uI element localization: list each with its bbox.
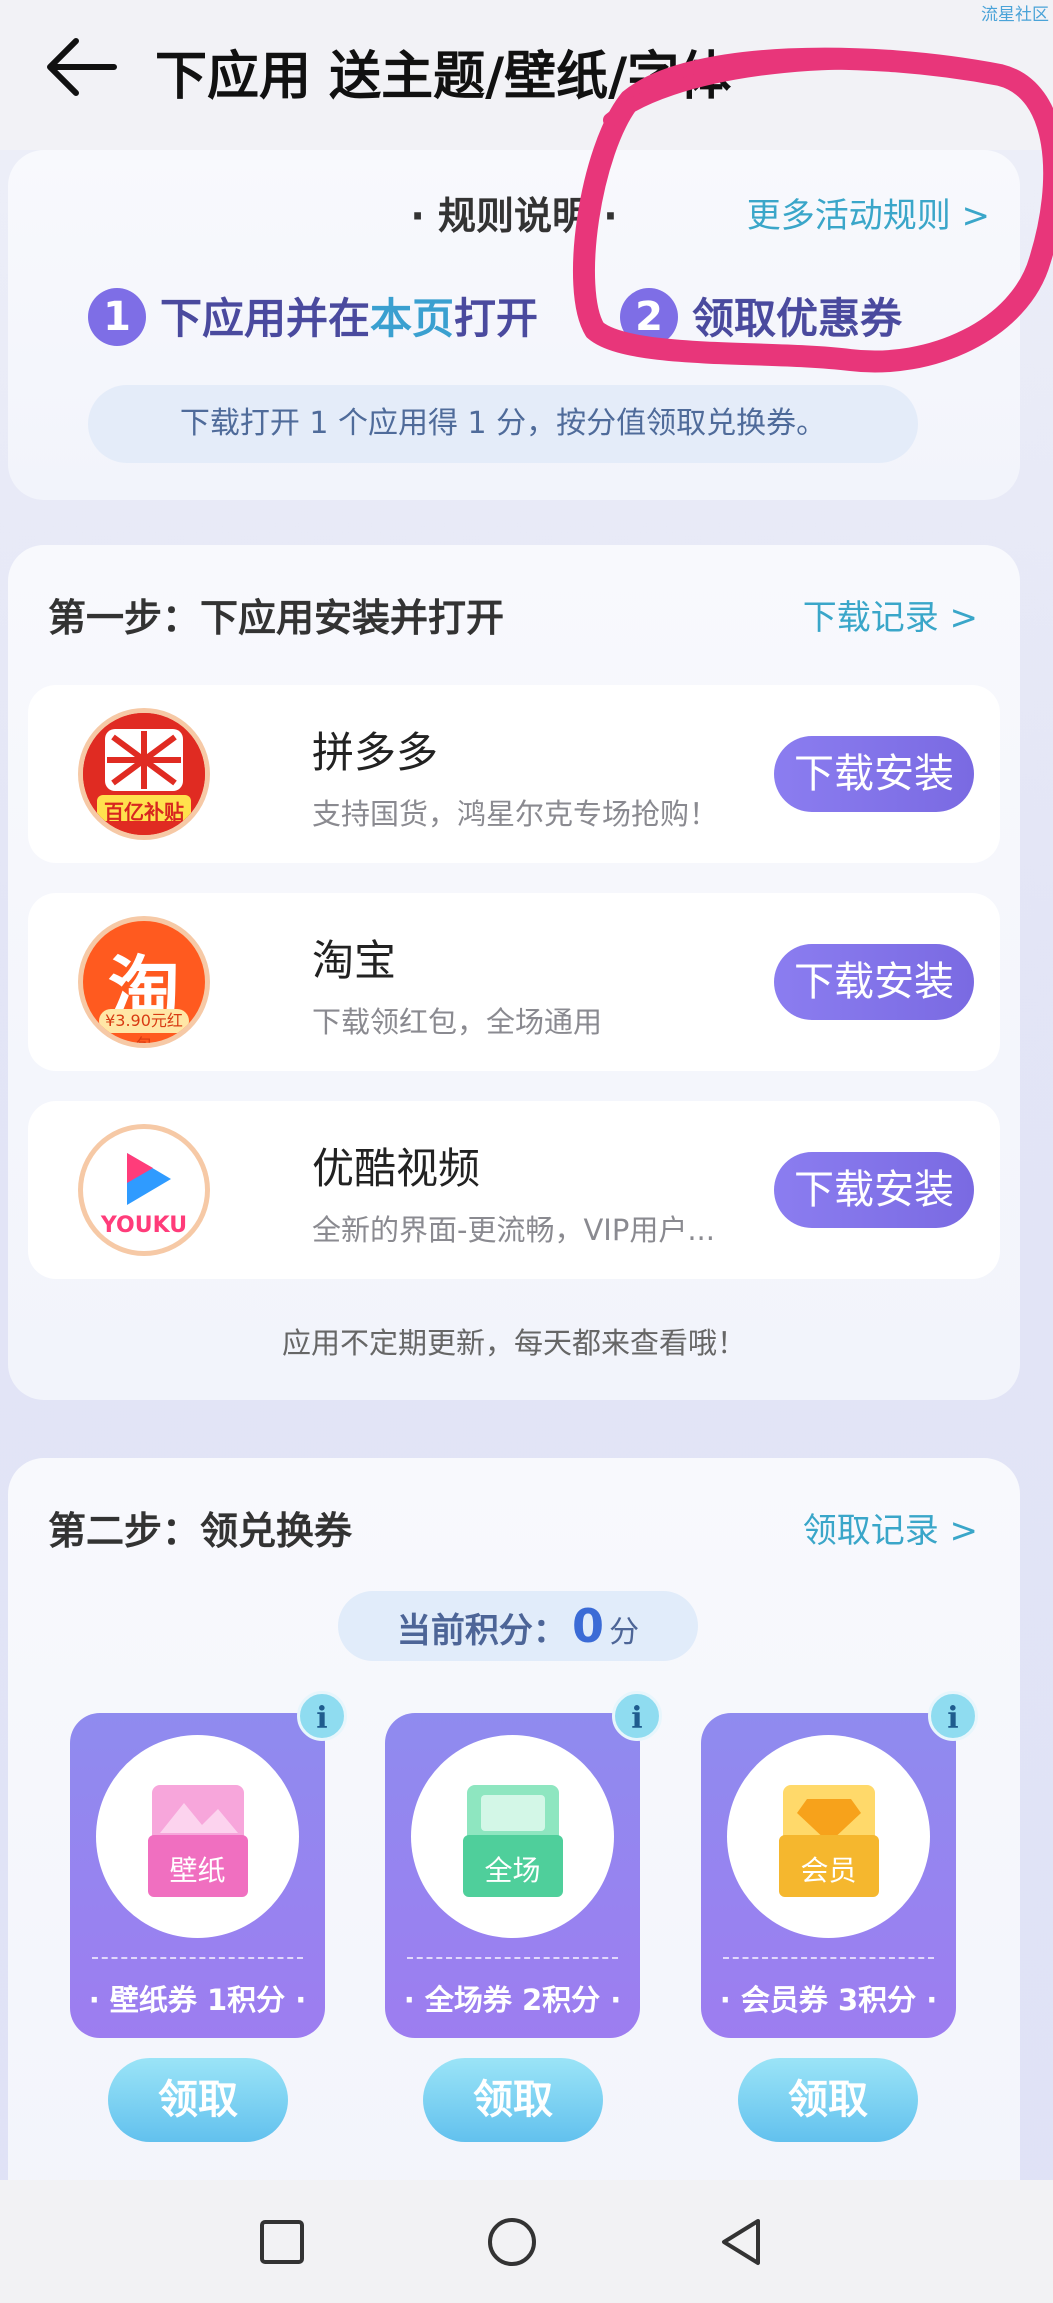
rules-card: · 规则说明 · 更多活动规则 > 1 下应用并在本页打开 2 领取优惠券 下载… <box>8 150 1020 500</box>
home-icon[interactable] <box>486 2216 538 2268</box>
info-icon[interactable]: i <box>928 1691 978 1741</box>
rule-step-1: 下应用并在本页打开 <box>160 285 538 346</box>
coupon-card-fullsite[interactable]: i 全场 · 全场券 2积分 · <box>385 1691 662 2038</box>
step2-card: 第二步：领兑换券 领取记录 > 当前积分： 0 分 i 壁纸 · 壁纸券 1积分… <box>8 1458 1020 2303</box>
step1-title: 第一步：下应用安装并打开 <box>48 596 505 640</box>
app-list-item[interactable]: 淘 ¥3.90元红包 淘宝 下载领红包，全场通用 下载安装 <box>28 893 1000 1071</box>
app-description: 下载领红包，全场通用 <box>312 1005 603 1039</box>
page-title: 下应用 送主题/壁纸/字体 <box>155 47 732 107</box>
rule-step-1-text-end: 打开 <box>454 294 539 343</box>
claim-button[interactable]: 领取 <box>108 2058 288 2142</box>
coupon-card-member[interactable]: i 会员 · 会员券 3积分 · <box>701 1691 978 2038</box>
app-header: 下应用 送主题/壁纸/字体 流星社区 <box>0 0 1053 150</box>
app-name: 优酷视频 <box>312 1144 481 1193</box>
app-description: 支持国货，鸿星尔克专场抢购！ <box>312 797 719 831</box>
system-nav-bar <box>0 2180 1053 2303</box>
recent-apps-icon[interactable] <box>258 2218 306 2266</box>
back-nav-icon[interactable] <box>718 2216 766 2268</box>
watermark: 流星社区 <box>981 5 1049 25</box>
pinduoduo-icon: 百亿补贴 <box>83 713 205 835</box>
points-label: 当前积分： <box>396 1611 567 1651</box>
youku-icon-text: YOUKU <box>100 1213 188 1238</box>
step-number-badge: 2 <box>620 288 678 346</box>
coupon-divider <box>92 1957 303 1959</box>
points-display: 当前积分： 0 分 <box>338 1591 698 1661</box>
download-install-button[interactable]: 下载安装 <box>774 736 974 812</box>
claim-button[interactable]: 领取 <box>423 2058 603 2142</box>
points-unit: 分 <box>609 1615 640 1650</box>
pinduoduo-icon-text: 百亿补贴 <box>104 800 184 824</box>
coupon-divider <box>723 1957 934 1959</box>
coupon-divider <box>407 1957 618 1959</box>
coupon-badge: 壁纸 <box>96 1735 299 1938</box>
more-rules-link[interactable]: 更多活动规则 > <box>747 188 990 237</box>
claim-button[interactable]: 领取 <box>738 2058 918 2142</box>
download-install-button[interactable]: 下载安装 <box>774 944 974 1020</box>
coupon-tile-label: 壁纸 <box>169 1854 226 1887</box>
rule-step-2: 领取优惠券 <box>692 294 903 343</box>
coupon-tile-label: 会员 <box>800 1854 857 1887</box>
rule-step-1-text: 下应用并在 <box>160 294 371 343</box>
step-number-badge: 1 <box>88 288 146 346</box>
info-icon[interactable]: i <box>297 1691 347 1741</box>
download-install-button[interactable]: 下载安装 <box>774 1152 974 1228</box>
youku-icon: YOUKU <box>83 1129 205 1251</box>
rule-note: 下载打开 1 个应用得 1 分，按分值领取兑换券。 <box>88 385 918 463</box>
info-icon[interactable]: i <box>612 1691 662 1741</box>
back-arrow-icon[interactable] <box>42 32 122 102</box>
taobao-icon: 淘 ¥3.90元红包 <box>83 921 205 1043</box>
app-name: 淘宝 <box>312 936 397 985</box>
app-description: 全新的界面-更流畅，VIP用户... <box>312 1213 715 1247</box>
app-list-item[interactable]: 百亿补贴 拼多多 支持国货，鸿星尔克专场抢购！ 下载安装 <box>28 685 1000 863</box>
app-name: 拼多多 <box>312 728 439 777</box>
claim-history-link[interactable]: 领取记录 > <box>803 1503 978 1552</box>
coupon-badge: 会员 <box>727 1735 930 1938</box>
points-value: 0 <box>571 1599 604 1653</box>
coupon-card-wallpaper[interactable]: i 壁纸 · 壁纸券 1积分 · <box>70 1691 347 2038</box>
coupon-label: · 全场券 2积分 · <box>403 1983 622 2017</box>
rule-step-1-highlight: 本页 <box>370 294 455 343</box>
step1-card: 第一步：下应用安装并打开 下载记录 > 百亿补贴 拼多多 支持国货，鸿星尔克专场… <box>8 545 1020 1400</box>
update-note: 应用不定期更新，每天都来查看哦！ <box>281 1326 746 1360</box>
coupon-tile-label: 全场 <box>484 1854 541 1887</box>
app-list-item[interactable]: YOUKU 优酷视频 全新的界面-更流畅，VIP用户... 下载安装 <box>28 1101 1000 1279</box>
step2-title: 第二步：领兑换券 <box>48 1509 353 1553</box>
coupon-label: · 壁纸券 1积分 · <box>88 1983 307 2017</box>
taobao-icon-sub: ¥3.90元红包 <box>99 1009 189 1043</box>
download-history-link[interactable]: 下载记录 > <box>803 590 978 639</box>
coupon-label: · 会员券 3积分 · <box>719 1983 938 2017</box>
coupon-badge: 全场 <box>411 1735 614 1938</box>
